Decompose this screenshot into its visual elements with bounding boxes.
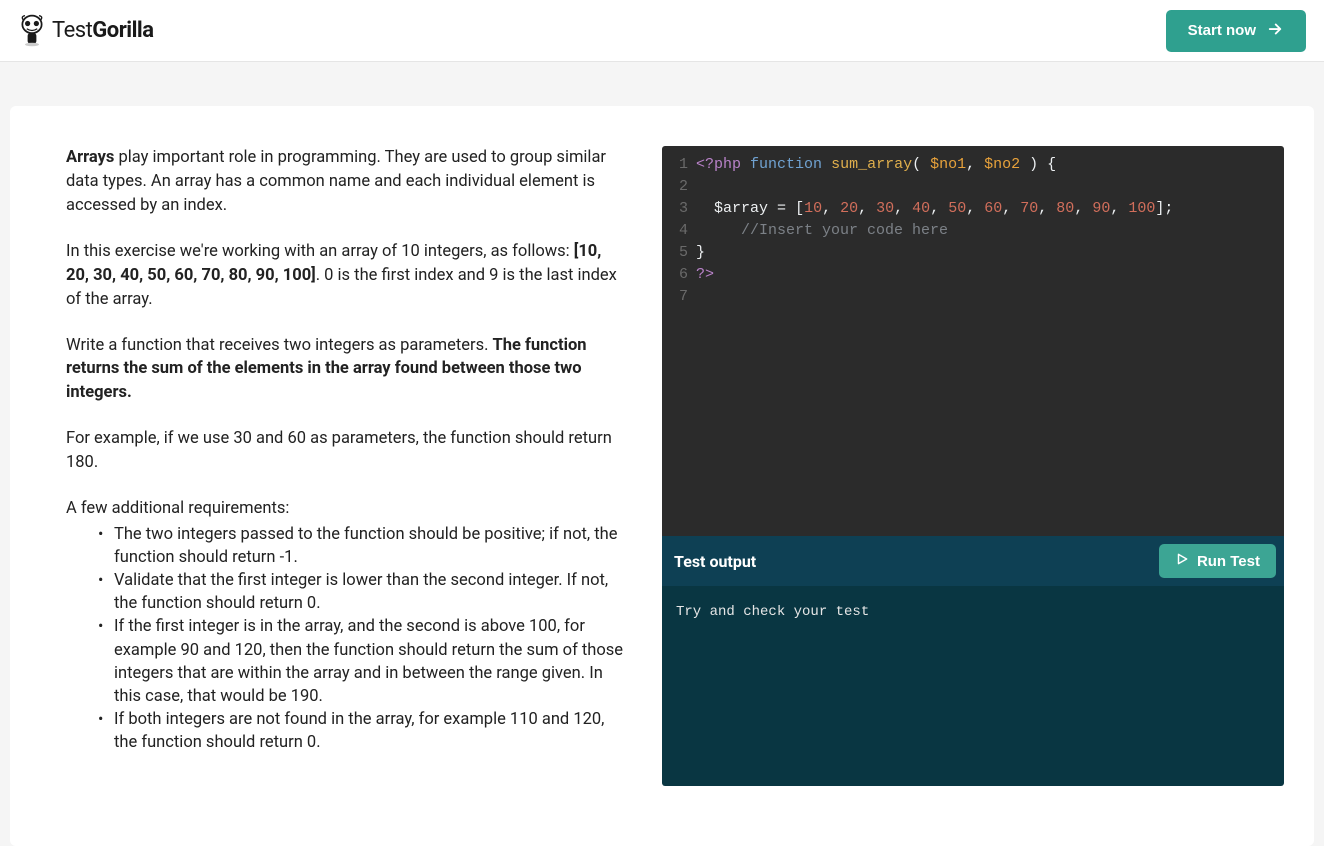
- code-line[interactable]: 2: [662, 176, 1284, 198]
- paragraph-5: A few additional requirements:: [66, 497, 628, 521]
- line-number: 3: [662, 198, 696, 220]
- code-content[interactable]: //Insert your code here: [696, 220, 948, 242]
- run-test-label: Run Test: [1197, 553, 1260, 570]
- code-line[interactable]: 6?>: [662, 264, 1284, 286]
- problem-description: Arrays play important role in programmin…: [10, 146, 662, 786]
- exercise-card: Arrays play important role in programmin…: [10, 106, 1314, 846]
- code-line[interactable]: 4 //Insert your code here: [662, 220, 1284, 242]
- paragraph-3: Write a function that receives two integ…: [66, 334, 628, 406]
- line-number: 5: [662, 242, 696, 264]
- paragraph-4: For example, if we use 30 and 60 as para…: [66, 427, 628, 475]
- list-item: If both integers are not found in the ar…: [104, 708, 628, 754]
- output-bar: Test output Run Test: [662, 536, 1284, 586]
- start-now-label: Start now: [1188, 22, 1256, 39]
- page-body: Arrays play important role in programmin…: [0, 62, 1324, 846]
- line-number: 7: [662, 286, 696, 308]
- paragraph-1: Arrays play important role in programmin…: [66, 146, 628, 218]
- code-content[interactable]: $array = [10, 20, 30, 40, 50, 60, 70, 80…: [696, 198, 1173, 220]
- logo[interactable]: TestGorilla: [18, 13, 154, 49]
- code-content[interactable]: ?>: [696, 264, 714, 286]
- output-body: Try and check your test: [662, 586, 1284, 786]
- run-test-button[interactable]: Run Test: [1159, 544, 1276, 578]
- output-title: Test output: [674, 552, 756, 571]
- header: TestGorilla Start now: [0, 0, 1324, 62]
- paragraph-2: In this exercise we're working with an a…: [66, 240, 628, 312]
- line-number: 2: [662, 176, 696, 198]
- gorilla-icon: [18, 13, 46, 49]
- line-number: 1: [662, 154, 696, 176]
- list-item: Validate that the first integer is lower…: [104, 569, 628, 615]
- list-item: The two integers passed to the function …: [104, 523, 628, 569]
- code-content[interactable]: }: [696, 242, 705, 264]
- code-content[interactable]: <?php function sum_array( $no1, $no2 ) {: [696, 154, 1056, 176]
- code-editor[interactable]: 1<?php function sum_array( $no1, $no2 ) …: [662, 146, 1284, 536]
- code-line[interactable]: 7: [662, 286, 1284, 308]
- code-line[interactable]: 1<?php function sum_array( $no1, $no2 ) …: [662, 154, 1284, 176]
- list-item: If the first integer is in the array, an…: [104, 615, 628, 707]
- line-number: 4: [662, 220, 696, 242]
- code-line[interactable]: 5}: [662, 242, 1284, 264]
- logo-text: TestGorilla: [52, 18, 154, 43]
- requirements-list: The two integers passed to the function …: [66, 523, 628, 754]
- code-panel: 1<?php function sum_array( $no1, $no2 ) …: [662, 146, 1314, 786]
- code-line[interactable]: 3 $array = [10, 20, 30, 40, 50, 60, 70, …: [662, 198, 1284, 220]
- line-number: 6: [662, 264, 696, 286]
- start-now-button[interactable]: Start now: [1166, 10, 1306, 52]
- play-icon: [1175, 552, 1189, 570]
- arrow-right-icon: [1266, 20, 1284, 42]
